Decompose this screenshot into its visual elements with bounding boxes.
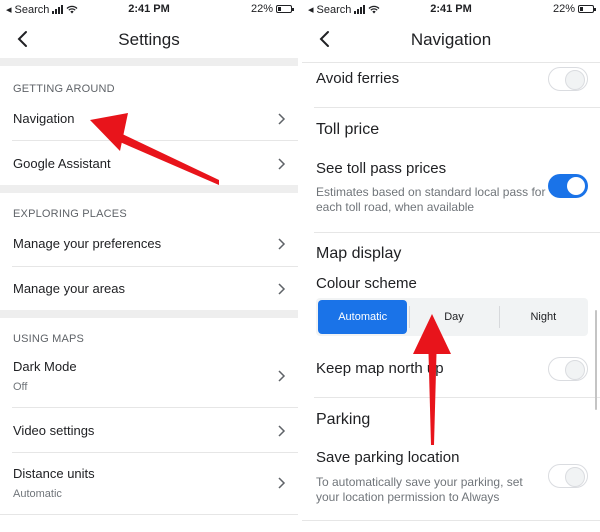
settings-item-label: Distance units <box>13 466 95 481</box>
settings-item-manage-preferences[interactable]: Manage your preferences <box>0 224 298 266</box>
status-bar: ◂ Search 2:41 PM 22% <box>0 0 298 18</box>
settings-item-label: Dark Mode <box>13 359 77 374</box>
chevron-right-icon <box>278 477 286 489</box>
settings-item-value: Off <box>13 381 28 393</box>
settings-item-dark-mode[interactable]: Dark Mode Off <box>0 350 298 406</box>
section-heading-parking: Parking <box>316 411 371 428</box>
setting-see-toll-pass-prices: See toll pass prices Estimates based on … <box>302 150 600 230</box>
colour-scheme-label: Colour scheme <box>316 275 417 292</box>
keep-north-up-toggle[interactable] <box>548 357 588 381</box>
settings-item-label: Manage your preferences <box>13 236 162 251</box>
divider <box>314 397 600 398</box>
setting-description: To automatically save your parking, set … <box>316 475 523 504</box>
section-label-using-maps: USING MAPS <box>13 333 85 345</box>
settings-item-label: Google Assistant <box>13 156 111 171</box>
section-separator <box>0 310 298 318</box>
setting-label: Keep map north up <box>316 360 444 377</box>
page-title: Navigation <box>410 30 492 49</box>
colour-scheme-selector: Automatic Day Night <box>316 298 588 336</box>
section-label-getting-around: GETTING AROUND <box>13 83 115 95</box>
colour-scheme-option-automatic[interactable]: Automatic <box>318 300 408 334</box>
divider <box>0 514 298 515</box>
divider <box>302 520 600 521</box>
page-title: Settings <box>118 30 180 49</box>
battery-percent: 22% <box>250 3 273 15</box>
setting-label: See toll pass prices <box>316 160 447 177</box>
setting-avoid-ferries: Avoid ferries <box>302 63 600 107</box>
battery-percent: 22% <box>552 3 575 15</box>
settings-item-label: Video settings <box>13 423 95 438</box>
settings-item-google-assistant[interactable]: Google Assistant <box>0 141 298 185</box>
battery-icon <box>276 5 294 13</box>
setting-label: Avoid ferries <box>316 70 400 87</box>
setting-description: Estimates based on standard local pass f… <box>316 185 546 214</box>
setting-label: Save parking location <box>316 449 460 466</box>
settings-item-manage-areas[interactable]: Manage your areas <box>0 267 298 309</box>
chevron-right-icon <box>278 370 286 382</box>
divider <box>314 107 600 108</box>
chevron-right-icon <box>278 158 286 170</box>
settings-item-distance-units[interactable]: Distance units Automatic <box>0 453 298 511</box>
settings-item-label: Navigation <box>13 111 75 126</box>
settings-item-label: Manage your areas <box>13 281 126 296</box>
section-label-exploring-places: EXPLORING PLACES <box>13 208 127 220</box>
settings-item-navigation[interactable]: Navigation <box>0 100 298 140</box>
chevron-right-icon <box>278 283 286 295</box>
save-parking-toggle[interactable] <box>548 464 588 488</box>
status-bar: ◂ Search 2:41 PM 22% <box>302 0 600 18</box>
chevron-right-icon <box>278 425 286 437</box>
colour-scheme-option-day[interactable]: Day <box>409 298 498 336</box>
scrollbar[interactable] <box>595 310 597 410</box>
section-heading-toll-price: Toll price <box>316 121 380 138</box>
toll-pass-toggle[interactable] <box>548 174 588 198</box>
colour-scheme-option-night[interactable]: Night <box>498 298 588 336</box>
section-separator <box>0 58 298 66</box>
settings-item-video-settings[interactable]: Video settings <box>0 408 298 452</box>
setting-keep-map-north-up: Keep map north up <box>302 346 600 392</box>
settings-screen: ◂ Search 2:41 PM 22% Settings GETTING AR… <box>0 0 298 532</box>
section-heading-map-display: Map display <box>316 245 402 262</box>
navigation-header: Navigation <box>302 18 600 64</box>
settings-item-value: Automatic <box>13 488 62 500</box>
chevron-right-icon <box>278 238 286 250</box>
setting-save-parking-location: Save parking location To automatically s… <box>302 440 600 520</box>
chevron-right-icon <box>278 113 286 125</box>
section-separator <box>0 185 298 193</box>
battery-icon <box>578 5 596 13</box>
divider <box>314 232 600 233</box>
navigation-screen: ◂ Search 2:41 PM 22% Navigation Avoid fe… <box>302 0 600 532</box>
avoid-ferries-toggle[interactable] <box>548 67 588 91</box>
